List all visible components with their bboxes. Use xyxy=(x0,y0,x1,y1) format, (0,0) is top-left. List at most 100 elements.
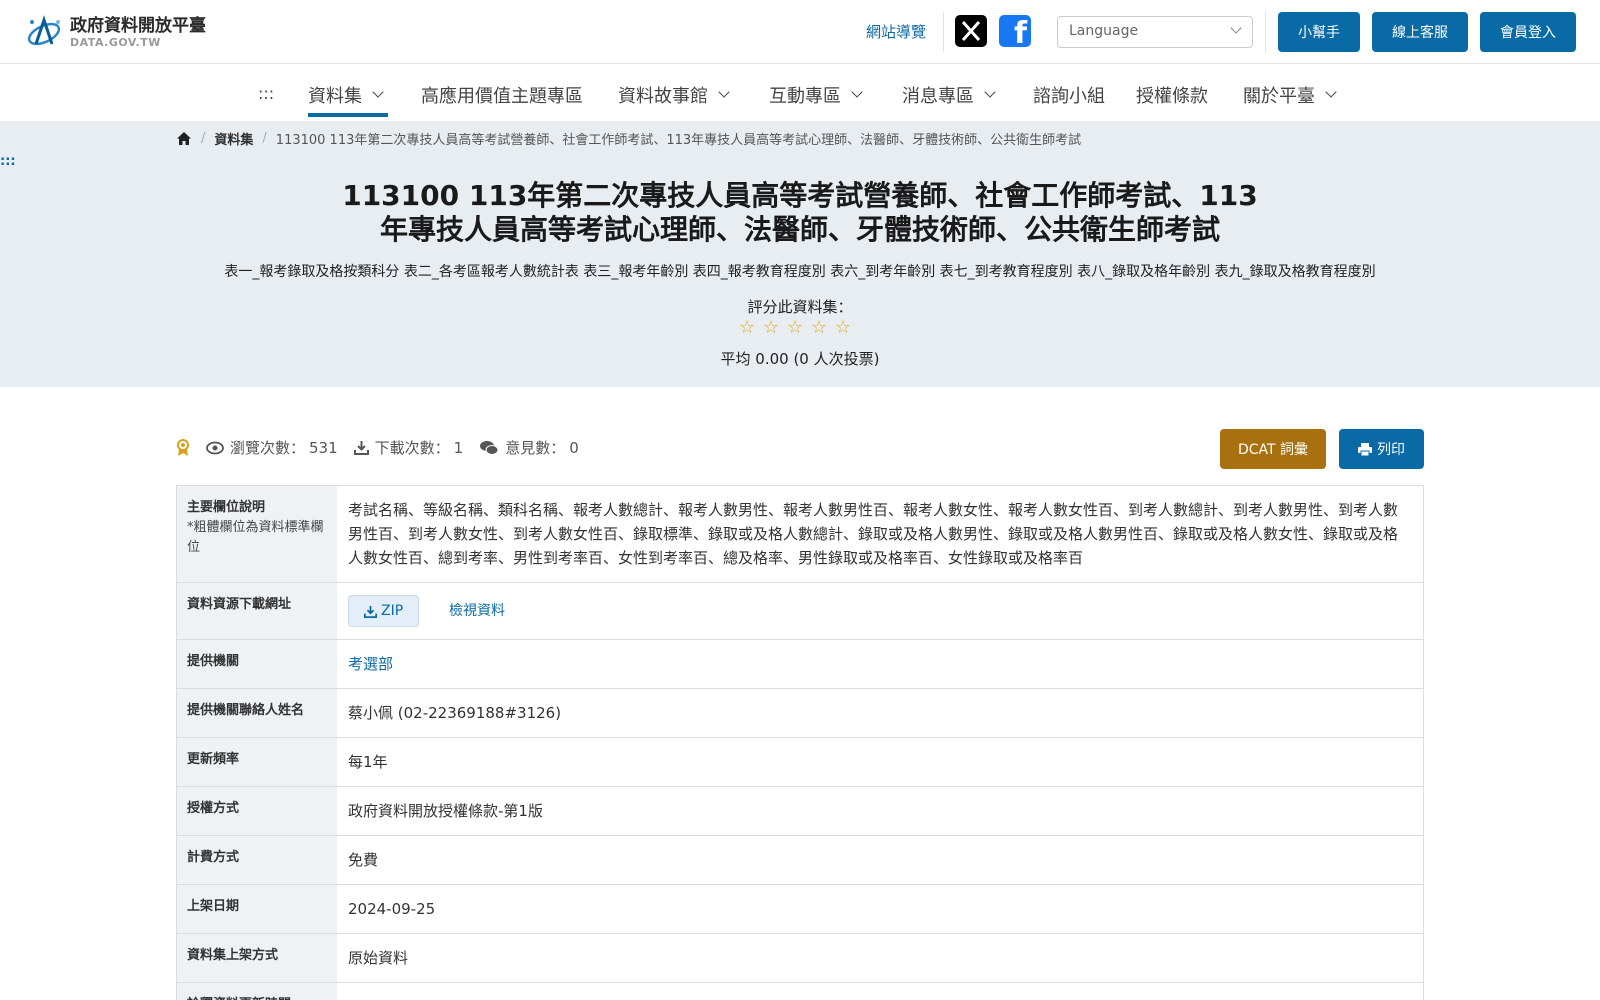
nav-item-label: 消息專區 xyxy=(902,86,974,107)
table-row: 提供機關聯絡人姓名 蔡小佩 (02-22369188#3126) xyxy=(177,689,1423,738)
view-data-link[interactable]: 檢視資料 xyxy=(449,603,505,619)
comment-count-label: 意見數： xyxy=(505,439,566,457)
download-icon xyxy=(364,605,377,618)
facebook-icon[interactable]: f xyxy=(999,15,1031,47)
site-logo[interactable]: 政府資料開放平臺 DATA.GOV.TW xyxy=(24,12,206,52)
chevron-down-icon xyxy=(718,86,730,98)
breadcrumb-separator: / xyxy=(262,131,267,146)
site-header: 政府資料開放平臺 DATA.GOV.TW 網站導覽 f Language 小幫手… xyxy=(0,0,1600,64)
table-row: 更新頻率 每1年 xyxy=(177,738,1423,787)
print-button-label: 列印 xyxy=(1377,442,1405,458)
star-icon[interactable]: ☆ xyxy=(834,319,852,337)
nav-item-advisory[interactable]: 諮詢小組 xyxy=(1033,82,1105,108)
dataset-description: 表一_報考錄取及格按類科分 表二_各考區報考人數統計表 表三_報考年齡別 表四_… xyxy=(224,264,1376,280)
row-value: 考選部 xyxy=(337,640,1423,688)
row-value: 蔡小佩 (02-22369188#3126) xyxy=(348,704,562,722)
table-row: 計費方式 免費 xyxy=(177,836,1423,885)
nav-item-high-value[interactable]: 高應用價值主題專區 xyxy=(421,82,583,108)
online-support-button[interactable]: 線上客服 xyxy=(1372,12,1468,52)
row-label: 計費方式 xyxy=(177,836,337,884)
rating-stars[interactable]: ☆ ☆ ☆ ☆ ☆ xyxy=(738,319,858,337)
nav-item-label: 授權條款 xyxy=(1136,86,1208,107)
page-title: 113100 113年第二次專技人員高等考試營養師、社會工作師考試、113 年專… xyxy=(300,179,1300,247)
language-select-value: Language xyxy=(1069,23,1139,39)
star-icon[interactable]: ☆ xyxy=(810,319,828,337)
x-twitter-icon[interactable] xyxy=(955,15,987,47)
breadcrumb-separator: / xyxy=(201,131,206,146)
row-label: 授權方式 xyxy=(177,787,337,835)
dataset-stats: 瀏覽次數： 531 下載次數： 1 意見數： 0 xyxy=(176,437,595,458)
nav-item-label: 資料故事館 xyxy=(618,86,708,107)
home-icon[interactable] xyxy=(176,131,192,146)
nav-item-label: 資料集 xyxy=(308,86,362,107)
member-login-button[interactable]: 會員登入 xyxy=(1480,12,1576,52)
page-title-line: 113100 113年第二次專技人員高等考試營養師、社會工作師考試、113 xyxy=(342,179,1258,212)
view-count-label: 瀏覽次數： xyxy=(230,439,306,457)
download-count-value: 1 xyxy=(453,438,464,457)
dataset-hero: / 資料集 / 113100 113年第二次專技人員高等考試營養師、社會工作師考… xyxy=(0,121,1600,387)
table-row: 授權方式 政府資料開放授權條款-第1版 xyxy=(177,787,1423,836)
row-value: 政府資料開放授權條款-第1版 xyxy=(348,802,543,820)
logo-mark-icon xyxy=(27,15,61,46)
star-icon[interactable]: ☆ xyxy=(762,319,780,337)
nav-item-data-stories[interactable]: 資料故事館 xyxy=(618,82,730,108)
comments-icon xyxy=(480,440,499,455)
comment-count-value: 0 xyxy=(569,438,579,457)
table-row: 詮釋資料更新時間 2025-07-07 14:48 xyxy=(177,983,1423,1000)
nav-item-license[interactable]: 授權條款 xyxy=(1136,82,1208,108)
provider-link[interactable]: 考選部 xyxy=(348,655,393,673)
print-button[interactable]: 列印 xyxy=(1339,429,1424,469)
rating-label: 評分此資料集： xyxy=(747,298,853,316)
page-title-line: 年專技人員高等考試心理師、法醫師、牙體技術師、公共衛生師考試 xyxy=(379,213,1220,246)
row-label-note: *粗體欄位為資料標準欄位 xyxy=(187,520,324,555)
header-divider xyxy=(1265,12,1266,52)
zip-label: ZIP xyxy=(381,603,404,619)
table-row: 主要欄位說明 *粗體欄位為資料標準欄位 考試名稱、等級名稱、類科名稱、報考人數總計… xyxy=(177,486,1423,583)
row-label: 提供機關 xyxy=(177,640,337,688)
star-icon[interactable]: ☆ xyxy=(738,319,756,337)
chevron-down-icon xyxy=(372,86,384,98)
nav-active-indicator xyxy=(308,113,388,117)
row-label: 資料資源下載網址 xyxy=(177,583,337,639)
table-row: 上架日期 2024-09-25 xyxy=(177,885,1423,934)
star-icon[interactable]: ☆ xyxy=(786,319,804,337)
row-label: 詮釋資料更新時間 xyxy=(177,983,337,1000)
nav-item-label: 互動專區 xyxy=(769,86,841,107)
nav-item-about[interactable]: 關於平臺 xyxy=(1243,82,1337,108)
view-count-value: 531 xyxy=(309,438,338,457)
nav-item-label: 諮詢小組 xyxy=(1033,86,1105,107)
comment-count: 意見數： 0 xyxy=(479,437,579,458)
logo-subtitle: DATA.GOV.TW xyxy=(70,35,161,49)
row-value: 2025-07-07 14:48 xyxy=(337,983,1423,1000)
row-value: 考試名稱、等級名稱、類科名稱、報考人數總計、報考人數男性、報考人數男性百、報考人… xyxy=(348,501,1399,567)
chevron-down-icon xyxy=(1230,22,1242,34)
breadcrumb-datasets[interactable]: 資料集 xyxy=(214,129,253,148)
logo-title: 政府資料開放平臺 xyxy=(70,15,206,36)
chevron-down-icon xyxy=(1325,86,1337,98)
row-label: 上架日期 xyxy=(177,885,337,933)
nav-item-interactive[interactable]: 互動專區 xyxy=(769,82,863,108)
nav-item-news[interactable]: 消息專區 xyxy=(902,82,996,108)
row-value: 免費 xyxy=(348,851,379,869)
language-select[interactable]: Language xyxy=(1057,16,1253,48)
table-row: 資料資源下載網址 ZIP 檢視資料 xyxy=(177,583,1423,640)
row-label: 更新頻率 xyxy=(177,738,337,786)
breadcrumb: / 資料集 / 113100 113年第二次專技人員高等考試營養師、社會工作師考… xyxy=(176,129,1081,148)
content-accesskey[interactable]: ::: xyxy=(0,154,16,169)
main-nav: ::: 資料集 高應用價值主題專區 資料故事館 互動專區 消息專區 諮詢小組 授… xyxy=(0,64,1600,121)
dcat-vocabulary-button[interactable]: DCAT 詞彙 xyxy=(1220,429,1326,469)
nav-item-label: 關於平臺 xyxy=(1243,86,1315,107)
row-value: 每1年 xyxy=(348,753,388,771)
download-icon xyxy=(353,441,369,455)
nav-item-datasets[interactable]: 資料集 xyxy=(308,82,384,108)
row-label-text: 主要欄位說明 xyxy=(187,500,266,515)
download-count-label: 下載次數： xyxy=(374,439,450,457)
row-label: 資料集上架方式 xyxy=(177,934,337,982)
badge-group xyxy=(176,438,190,457)
nav-accesskey[interactable]: ::: xyxy=(258,84,274,103)
sitemap-link[interactable]: 網站導覽 xyxy=(866,21,926,42)
zip-download-button[interactable]: ZIP xyxy=(348,595,420,627)
nav-item-label: 高應用價值主題專區 xyxy=(421,86,583,107)
helper-button[interactable]: 小幫手 xyxy=(1278,12,1360,52)
printer-icon xyxy=(1358,442,1372,456)
